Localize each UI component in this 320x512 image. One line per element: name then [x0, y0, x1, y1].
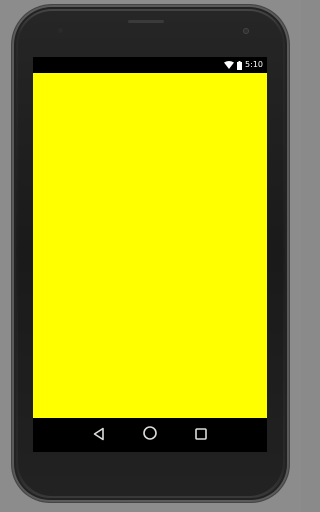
status-icons: 5:10: [224, 57, 263, 73]
home-button[interactable]: [130, 418, 170, 452]
battery-icon: [237, 60, 243, 70]
device-screen: 5:10: [33, 57, 267, 452]
status-bar: 5:10: [33, 57, 267, 73]
earpiece-speaker: [128, 20, 164, 23]
recents-square-icon: [194, 426, 208, 445]
recents-button[interactable]: [181, 418, 221, 452]
phone-frame: 5:10: [12, 5, 289, 502]
wifi-icon: [224, 61, 235, 69]
back-button[interactable]: [79, 418, 119, 452]
home-circle-icon: [142, 425, 158, 445]
navigation-bar: [33, 418, 267, 452]
status-time: 5:10: [245, 60, 263, 69]
emulator-background: 5:10: [0, 0, 301, 512]
back-triangle-icon: [92, 426, 106, 445]
front-camera: [243, 28, 249, 34]
app-content-area[interactable]: [33, 73, 267, 418]
proximity-sensor: [58, 28, 63, 33]
